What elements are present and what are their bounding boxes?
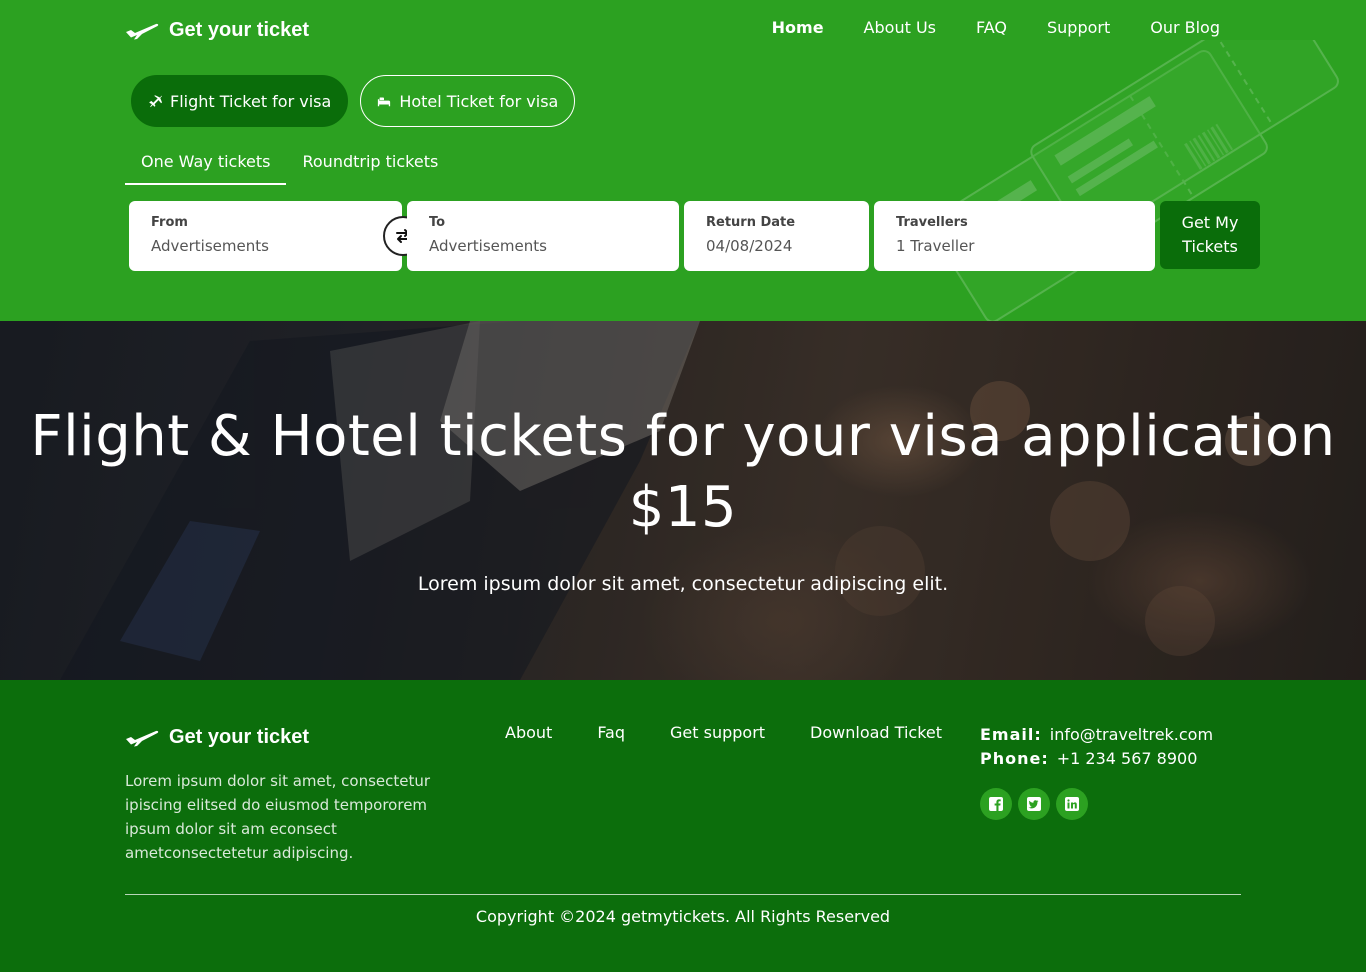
- twitter-icon: [1027, 797, 1041, 811]
- facebook-link[interactable]: [980, 788, 1012, 820]
- tab-flight-ticket-label: Flight Ticket for visa: [170, 91, 332, 111]
- nav-faq[interactable]: FAQ: [976, 17, 1007, 39]
- to-label: To: [429, 215, 446, 230]
- contact-email-row: Email: info@traveltrek.com: [980, 723, 1213, 747]
- plane-icon: [126, 730, 159, 746]
- hero-title: Flight & Hotel tickets for your visa app…: [30, 404, 1336, 540]
- site-footer: Get your ticket Lorem ipsum dolor sit am…: [0, 680, 1366, 972]
- linkedin-icon: [1065, 797, 1079, 811]
- footer-links: About Faq Get support Download Ticket: [505, 723, 942, 742]
- tab-roundtrip[interactable]: Roundtrip tickets: [286, 150, 454, 185]
- footer-brand-logo[interactable]: Get your ticket: [125, 726, 309, 749]
- get-my-tickets-button[interactable]: Get My Tickets: [1160, 201, 1260, 269]
- footer-brand-name: Get your ticket: [169, 726, 310, 748]
- travellers-value: 1 Traveller: [896, 237, 975, 255]
- brand-logo[interactable]: Get your ticket: [125, 19, 309, 42]
- main-nav: Home About Us FAQ Support Our Blog: [772, 17, 1220, 39]
- travellers-field[interactable]: Travellers 1 Traveller: [874, 201, 1155, 271]
- footer-link-download-ticket[interactable]: Download Ticket: [810, 723, 942, 742]
- tab-flight-ticket[interactable]: Flight Ticket for visa: [131, 75, 349, 127]
- travellers-label: Travellers: [896, 215, 968, 230]
- nav-home[interactable]: Home: [772, 17, 824, 39]
- copyright-text: Copyright ©2024 getmytickets. All Rights…: [475, 907, 891, 926]
- nav-about-us[interactable]: About Us: [864, 17, 936, 39]
- to-field[interactable]: To Advertisements: [407, 201, 679, 271]
- plane-icon: [149, 95, 162, 108]
- tab-one-way[interactable]: One Way tickets: [125, 150, 287, 185]
- email-value[interactable]: info@traveltrek.com: [1050, 725, 1213, 744]
- contact-phone-row: Phone: +1 234 567 8900: [980, 747, 1213, 771]
- footer-about-text: Lorem ipsum dolor sit amet, consectetur …: [125, 772, 431, 862]
- ticket-search-form: From Advertisements To Advertisements Re…: [129, 201, 1260, 271]
- bed-icon: [378, 97, 391, 107]
- facebook-icon: [989, 797, 1003, 811]
- nav-support[interactable]: Support: [1047, 17, 1110, 39]
- tab-hotel-ticket-label: Hotel Ticket for visa: [399, 91, 559, 111]
- phone-label: Phone:: [980, 749, 1049, 768]
- linkedin-link[interactable]: [1056, 788, 1088, 820]
- from-field[interactable]: From Advertisements: [129, 201, 423, 271]
- brand-name: Get your ticket: [169, 19, 310, 41]
- trip-type-tabs: One Way tickets Roundtrip tickets: [125, 150, 454, 185]
- footer-link-get-support[interactable]: Get support: [670, 723, 765, 742]
- from-value: Advertisements: [151, 237, 269, 255]
- footer-divider: [125, 894, 1241, 895]
- plane-icon: [126, 23, 159, 39]
- email-label: Email:: [980, 725, 1042, 744]
- twitter-link[interactable]: [1018, 788, 1050, 820]
- phone-value[interactable]: +1 234 567 8900: [1057, 749, 1198, 768]
- tab-hotel-ticket[interactable]: Hotel Ticket for visa: [360, 75, 576, 127]
- boarding-pass-illustration: [928, 40, 1339, 321]
- footer-contact: Email: info@traveltrek.com Phone: +1 234 5…: [980, 723, 1213, 771]
- hero-banner: Flight & Hotel tickets for your visa app…: [0, 321, 1366, 680]
- social-links: [980, 788, 1088, 820]
- return-date-field[interactable]: Return Date 04/08/2024: [684, 201, 869, 271]
- ticket-type-tabs: Flight Ticket for visa Hotel Ticket for …: [131, 75, 576, 127]
- to-value: Advertisements: [429, 237, 547, 255]
- return-date-value: 04/08/2024: [706, 237, 793, 255]
- search-header: Get your ticket Home About Us FAQ Suppor…: [0, 0, 1366, 321]
- footer-link-about[interactable]: About: [505, 723, 552, 742]
- footer-link-faq[interactable]: Faq: [597, 723, 625, 742]
- hero-subtitle: Lorem ipsum dolor sit amet, consectetur …: [417, 573, 949, 595]
- from-label: From: [151, 215, 188, 230]
- return-date-label: Return Date: [706, 215, 796, 230]
- nav-our-blog[interactable]: Our Blog: [1150, 17, 1220, 39]
